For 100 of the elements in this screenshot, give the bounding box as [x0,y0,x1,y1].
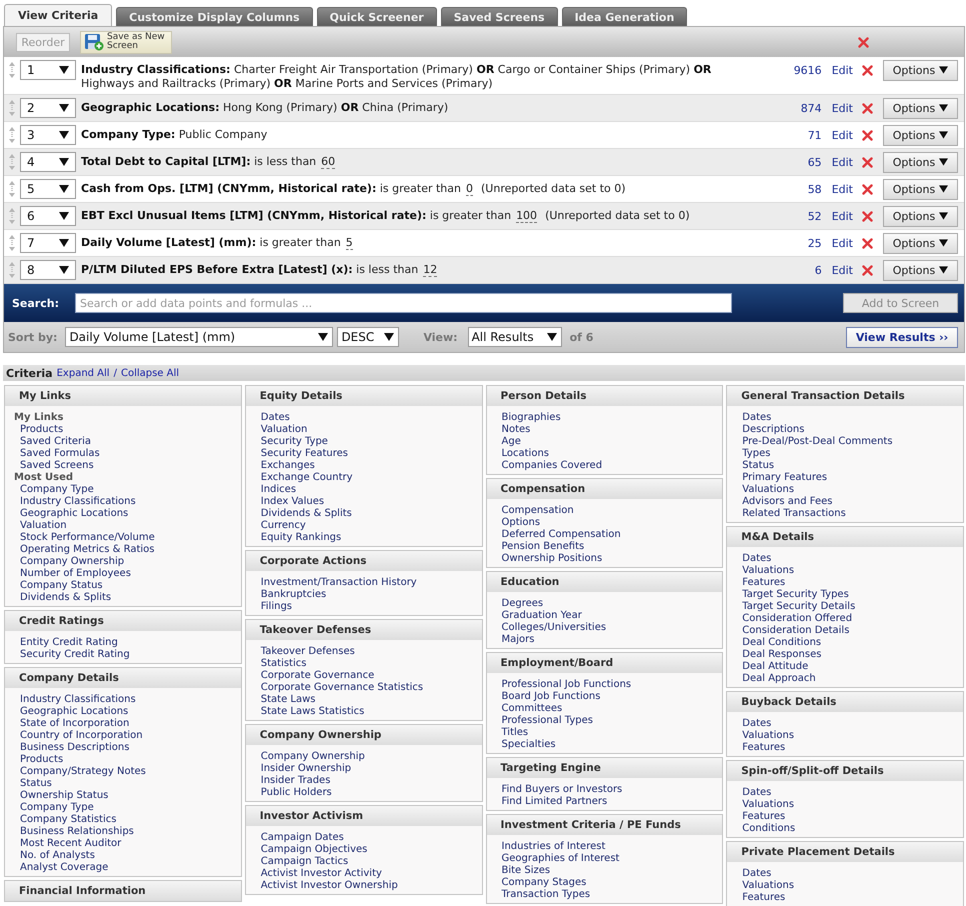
delete-icon[interactable] [862,130,873,140]
category-link[interactable]: Campaign Tactics [260,856,348,868]
delete-icon[interactable] [862,156,873,168]
category-link[interactable]: Valuation [20,520,67,532]
category-link[interactable]: Specialties [502,739,556,751]
delete-icon[interactable] [862,102,873,114]
category-link[interactable]: Related Transactions [742,508,846,520]
category-link[interactable]: Valuations [742,565,794,577]
category-link[interactable]: Indices [260,484,296,496]
category-link[interactable]: Biographies [502,412,561,424]
category-link[interactable]: Professional Types [502,715,593,727]
category-link[interactable]: Company Ownership [20,556,124,568]
category-link[interactable]: Features [742,811,786,823]
drag-handle-icon[interactable] [8,234,16,252]
category-link[interactable]: Dates [742,868,772,880]
delete-icon[interactable] [862,210,873,222]
panel-title[interactable]: Compensation [486,479,722,499]
category-link[interactable]: Conditions [742,823,796,835]
category-link[interactable]: Dates [742,787,772,799]
category-link[interactable]: Takeover Defenses [260,646,355,658]
criterion-value[interactable]: 0 [466,182,473,196]
panel-title[interactable]: Person Details [486,386,722,406]
tab[interactable]: Saved Screens [440,7,558,26]
category-link[interactable]: Bite Sizes [502,865,550,877]
category-link[interactable]: Status [20,778,52,790]
category-link[interactable]: Deal Attitude [742,661,808,673]
edit-link[interactable]: Edit [832,182,853,196]
result-count[interactable]: 58 [808,182,822,196]
panel-title[interactable]: Investor Activism [246,806,482,826]
category-link[interactable]: Operating Metrics & Ratios [20,544,155,556]
category-link[interactable]: Types [742,448,770,460]
category-link[interactable]: Geographic Locations [20,508,128,520]
criterion-value[interactable]: 12 [423,263,438,277]
panel-title[interactable]: Investment Criteria / PE Funds [486,815,722,835]
edit-link[interactable]: Edit [832,102,853,114]
category-link[interactable]: Valuations [742,799,794,811]
sort-direction-select[interactable]: DESC [337,327,400,347]
category-link[interactable]: Business Descriptions [20,742,130,754]
category-link[interactable]: Campaign Objectives [260,844,368,856]
drag-handle-icon[interactable] [8,153,16,171]
sort-field-select[interactable]: Daily Volume [Latest] (mm) [65,327,334,347]
category-link[interactable]: Dividends & Splits [20,592,112,604]
category-link[interactable]: Committees [502,703,562,715]
category-link[interactable]: Features [742,577,786,589]
drag-handle-icon[interactable] [8,99,16,117]
category-link[interactable]: Industries of Interest [502,841,606,853]
drag-handle-icon[interactable] [8,180,16,198]
category-link[interactable]: Exchange Country [260,472,353,484]
result-count[interactable]: 9616 [794,64,822,76]
category-link[interactable]: Consideration Details [742,625,850,637]
delete-icon[interactable] [862,264,873,276]
category-link[interactable]: Corporate Governance Statistics [260,682,424,694]
panel-title[interactable]: Spin-off/Split-off Details [727,761,963,781]
category-link[interactable]: Target Security Types [742,589,849,601]
panel-title[interactable]: Credit Ratings [5,611,241,631]
category-link[interactable]: Graduation Year [502,610,582,622]
category-link[interactable]: Company Statistics [20,814,116,826]
panel-title[interactable]: Education [486,572,722,592]
order-select[interactable]: 5 [20,179,76,199]
panel-title[interactable]: Company Ownership [246,725,482,745]
edit-link[interactable]: Edit [832,156,853,168]
drag-handle-icon[interactable] [8,207,16,225]
options-button[interactable]: Options [883,232,958,254]
criterion-value[interactable]: 5 [346,236,353,250]
category-link[interactable]: Dates [742,718,772,730]
category-link[interactable]: Ownership Positions [502,553,602,565]
category-link[interactable]: Company Type [20,484,94,496]
panel-title[interactable]: My Links [5,386,241,406]
category-link[interactable]: State Laws [260,694,316,706]
category-link[interactable]: Dates [742,553,772,565]
panel-title[interactable]: Takeover Defenses [246,620,482,640]
category-link[interactable]: Professional Job Functions [502,679,632,691]
category-link[interactable]: Board Job Functions [502,691,600,703]
expand-all-link[interactable]: Expand All [56,368,110,378]
category-link[interactable]: Notes [502,424,530,436]
category-link[interactable]: Options [502,517,540,529]
category-link[interactable]: Corporate Governance [260,670,374,682]
category-link[interactable]: Security Features [260,448,348,460]
category-link[interactable]: Exchanges [260,460,315,472]
category-link[interactable]: Features [742,892,786,904]
category-link[interactable]: Ownership Status [20,790,108,802]
category-link[interactable]: Compensation [502,505,574,517]
panel-title[interactable]: Equity Details [246,386,482,406]
search-field[interactable]: Search or add data points and formulas ... [75,293,732,313]
category-link[interactable]: Dividends & Splits [260,508,352,520]
category-link[interactable]: Analyst Coverage [20,862,108,874]
category-link[interactable]: State Laws Statistics [260,706,364,718]
order-select[interactable]: 8 [20,260,76,280]
category-link[interactable]: Industry Classifications [20,694,136,706]
options-button[interactable]: Options [883,152,958,172]
criterion-value[interactable]: 60 [321,155,336,169]
category-link[interactable]: Titles [502,727,528,739]
category-link[interactable]: Locations [502,448,550,460]
panel-title[interactable]: General Transaction Details [727,386,963,406]
delete-icon[interactable] [862,184,873,194]
category-link[interactable]: Find Limited Partners [502,796,608,808]
tab[interactable]: Idea Generation [562,7,688,26]
edit-link[interactable]: Edit [832,64,853,76]
category-link[interactable]: Saved Screens [20,460,94,472]
panel-title[interactable]: Targeting Engine [486,758,722,778]
